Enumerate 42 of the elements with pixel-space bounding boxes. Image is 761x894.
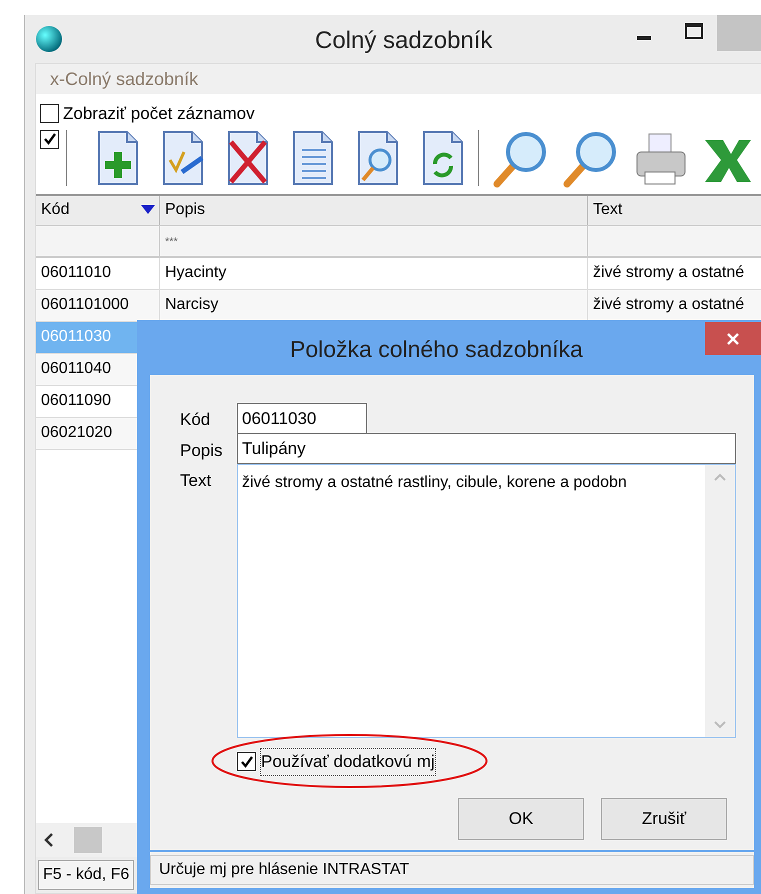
delete-icon[interactable] [225,130,271,186]
search-icon[interactable] [491,130,549,188]
field-label: Kód [180,409,212,431]
column-header[interactable]: Popis [160,196,588,224]
scrollbar-thumb[interactable] [74,827,102,853]
close-icon[interactable] [726,332,740,346]
add-icon[interactable] [95,130,141,186]
checkbox[interactable] [237,752,256,772]
search-icon[interactable] [561,130,619,188]
edit-icon[interactable] [160,130,206,186]
dialog-button[interactable]: OK [458,798,584,840]
table-cell-text: Hyacinty [165,263,226,283]
window-title: Colný sadzobník [315,26,492,56]
input-field[interactable]: 06011030 [237,403,367,434]
document-search-icon[interactable] [355,130,401,186]
dialog-button[interactable]: Zrušiť [601,798,727,840]
field-label: Popis [180,440,224,462]
column-header[interactable]: Text [588,196,761,224]
minimize-icon[interactable] [637,35,651,41]
column-header[interactable]: Kód [36,196,160,224]
table-cell-text: Narcisy [165,295,218,315]
table-cell-text: živé stromy a ostatné [593,263,744,283]
checkbox-label: Zobraziť počet záznamov [63,103,255,125]
input-field[interactable]: Tulipány [237,433,736,464]
field-label: Text [180,470,212,492]
checkbox[interactable] [40,130,59,148]
status-bar: F5 - kód, F6 [38,860,134,890]
checkbox[interactable] [40,104,59,124]
sort-icon[interactable] [141,205,155,215]
table-cell[interactable]: 06011010 [36,258,160,288]
maximize-icon[interactable] [685,23,703,39]
filter-text: *** [165,236,178,248]
app-icon [35,25,63,53]
refresh-icon[interactable] [420,130,466,186]
table-cell-text: živé stromy a ostatné [593,295,744,315]
copy-icon[interactable] [290,130,336,186]
checkbox-label: Používať dodatkovú mj [260,748,436,776]
status-bar: Určuje mj pre hlásenie INTRASTAT [150,855,754,885]
close-button[interactable] [705,322,761,355]
scroll-left-icon[interactable] [44,833,54,847]
panel-title: x-Colný sadzobník [50,68,198,91]
dialog-title: Položka colného sadzobníka [290,335,583,364]
